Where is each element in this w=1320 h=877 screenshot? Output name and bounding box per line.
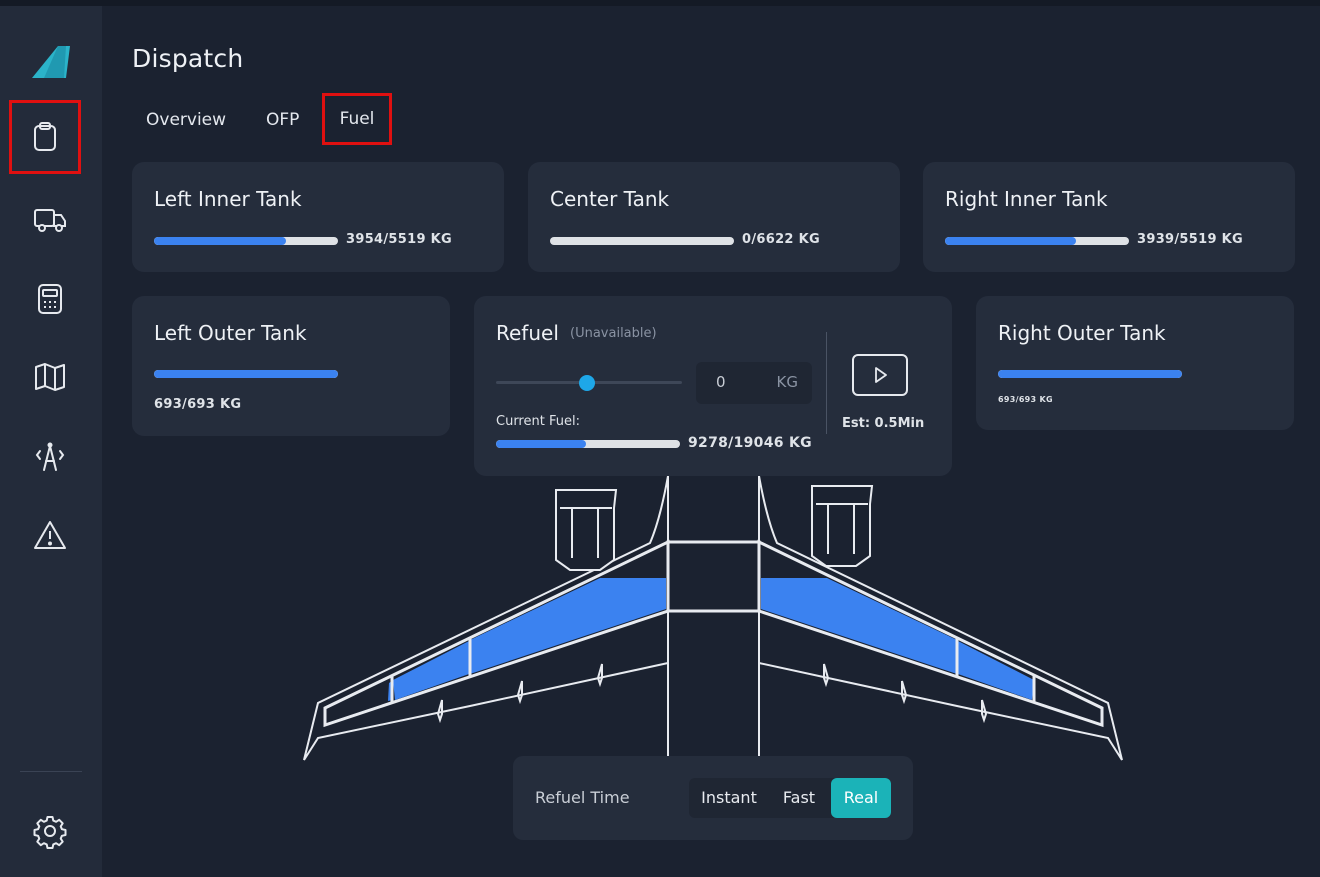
sidebar-item-dispatch[interactable] — [9, 100, 81, 174]
tank-title: Left Outer Tank — [154, 321, 307, 345]
refuel-amount-input[interactable]: 0 KG — [696, 362, 812, 404]
tab-ofp[interactable]: OFP — [266, 106, 299, 134]
tank-title: Right Outer Tank — [998, 321, 1166, 345]
right-inner-tank-card: Right Inner Tank 3939/5519 KG — [923, 162, 1295, 272]
tank-level-bar — [998, 370, 1182, 378]
tank-title: Right Inner Tank — [945, 187, 1108, 211]
left-outer-tank-card: Left Outer Tank 693/693 KG — [132, 296, 450, 436]
sidebar-item-ground-services[interactable] — [14, 188, 86, 250]
tank-level-fill — [945, 237, 1077, 245]
sidebar-item-map[interactable] — [14, 346, 86, 408]
refuel-divider — [826, 332, 827, 434]
left-wing — [303, 476, 670, 761]
refuel-amount-value: 0 — [716, 373, 726, 391]
tank-level-bar — [550, 237, 734, 245]
tab-overview[interactable]: Overview — [146, 106, 226, 134]
refuel-time-instant[interactable]: Instant — [693, 778, 765, 818]
tank-level-fill — [154, 237, 286, 245]
sidebar-item-failures[interactable] — [14, 504, 86, 566]
sidebar-item-atc[interactable] — [14, 426, 86, 488]
tank-value: 693/693 KG — [154, 397, 242, 412]
warning-icon — [34, 521, 66, 549]
left-inner-tank-card: Left Inner Tank 3954/5519 KG — [132, 162, 504, 272]
tank-value: 693/693 KG — [998, 395, 1053, 404]
map-icon — [35, 363, 65, 391]
calculator-icon — [38, 284, 62, 314]
tab-fuel[interactable]: Fuel — [322, 93, 392, 145]
refuel-card: Refuel (Unavailable) 0 KG Current Fuel: … — [474, 296, 952, 476]
refuel-amount-unit: KG — [776, 373, 798, 391]
current-fuel-label: Current Fuel: — [496, 414, 580, 429]
tank-level-fill — [998, 370, 1182, 378]
sidebar-divider — [20, 771, 82, 772]
center-tank-card: Center Tank 0/6622 KG — [528, 162, 900, 272]
current-fuel-fill — [496, 440, 586, 448]
right-wing — [757, 476, 1123, 761]
aircraft-fuel-diagram — [303, 476, 1123, 761]
tank-value: 3954/5519 KG — [346, 232, 452, 247]
refuel-time-panel: Refuel Time Instant Fast Real — [513, 756, 913, 840]
tank-title: Center Tank — [550, 187, 670, 211]
refuel-status: (Unavailable) — [570, 326, 657, 341]
sidebar-item-settings[interactable] — [14, 800, 86, 862]
page-title: Dispatch — [132, 44, 244, 73]
right-outer-tank-card: Right Outer Tank 693/693 KG — [976, 296, 1294, 430]
top-strip — [0, 0, 1320, 6]
refuel-time-selector: Instant Fast Real — [689, 778, 891, 818]
tank-value: 3939/5519 KG — [1137, 232, 1243, 247]
refuel-title: Refuel — [496, 321, 559, 345]
tank-title: Left Inner Tank — [154, 187, 302, 211]
refuel-time-fast[interactable]: Fast — [769, 778, 829, 818]
refuel-time-real[interactable]: Real — [831, 778, 891, 818]
tank-level-bar — [154, 370, 338, 378]
sidebar — [0, 6, 102, 877]
play-icon — [875, 367, 887, 383]
tower-icon — [35, 442, 65, 471]
current-fuel-bar — [496, 440, 680, 448]
tank-level-fill — [154, 370, 338, 378]
refuel-slider-handle[interactable] — [579, 375, 595, 391]
tank-level-bar — [154, 237, 338, 245]
refuel-time-label: Refuel Time — [535, 788, 630, 807]
tank-level-bar — [945, 237, 1129, 245]
refuel-estimate: Est: 0.5Min — [842, 416, 925, 431]
start-refuel-button[interactable] — [852, 354, 908, 396]
sidebar-item-calculator[interactable] — [14, 268, 86, 330]
current-fuel-value: 9278/19046 KG — [688, 435, 812, 451]
logo-icon — [32, 46, 70, 78]
gear-icon — [33, 816, 67, 849]
truck-icon — [34, 209, 66, 232]
clipboard-icon — [34, 122, 56, 151]
tank-value: 0/6622 KG — [742, 232, 820, 247]
